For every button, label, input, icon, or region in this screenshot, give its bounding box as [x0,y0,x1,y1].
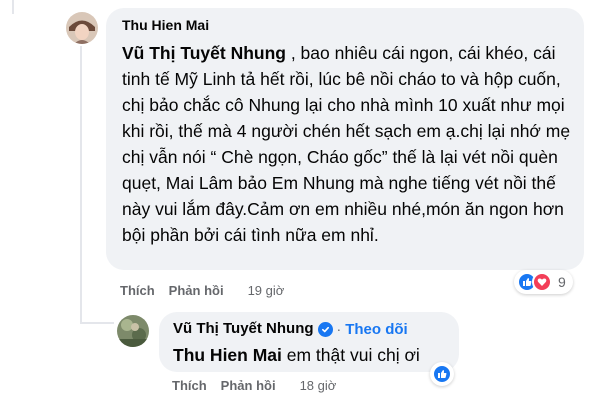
follow-button[interactable]: Theo dõi [345,321,408,338]
reply-header: Vũ Thị Tuyết Nhung · Theo dõi [173,318,445,340]
avatar[interactable] [66,12,98,44]
reply-actions: Thích Phản hồi 18 giờ [172,378,336,393]
reply-mention[interactable]: Thu Hien Mai [173,345,282,365]
comment-timestamp[interactable]: 19 giờ [248,283,285,298]
like-icon [432,364,452,384]
comment-author[interactable]: Thu Hien Mai [122,14,572,36]
thread-line-vertical [80,46,82,324]
reply-like-button[interactable]: Thích [172,378,207,393]
comment-bubble: Thu Hien Mai Vũ Thị Tuyết Nhung , bao nh… [106,8,584,270]
reply-text: Thu Hien Mai em thật vui chị ơi [173,342,445,368]
love-icon [532,272,552,292]
separator-dot: · [336,321,342,337]
reaction-count: 9 [558,274,566,290]
thread-line-top [12,0,14,14]
reply-avatar[interactable] [117,315,149,347]
reply-timestamp[interactable]: 18 giờ [300,378,337,393]
verified-badge-icon [317,321,333,337]
reply-bubble: Vũ Thị Tuyết Nhung · Theo dõi Thu Hien M… [159,312,459,372]
reply-reaction-summary[interactable] [430,362,454,386]
comment-body: , bao nhiêu cái ngon, cái khéo, cái tinh… [122,43,571,245]
comment-mention[interactable]: Vũ Thị Tuyết Nhung [122,43,286,63]
reply-body: em thật vui chị ơi [281,345,420,365]
comment-text: Vũ Thị Tuyết Nhung , bao nhiêu cái ngon,… [122,40,572,248]
reply-reply-button[interactable]: Phản hồi [221,378,276,393]
reply-button[interactable]: Phản hồi [169,283,224,298]
thread-line-branch [80,322,114,324]
like-button[interactable]: Thích [120,283,155,298]
comment-actions: Thích Phản hồi 19 giờ [120,283,284,298]
reaction-summary[interactable]: 9 [514,270,573,294]
reply-author[interactable]: Vũ Thị Tuyết Nhung [173,318,314,340]
